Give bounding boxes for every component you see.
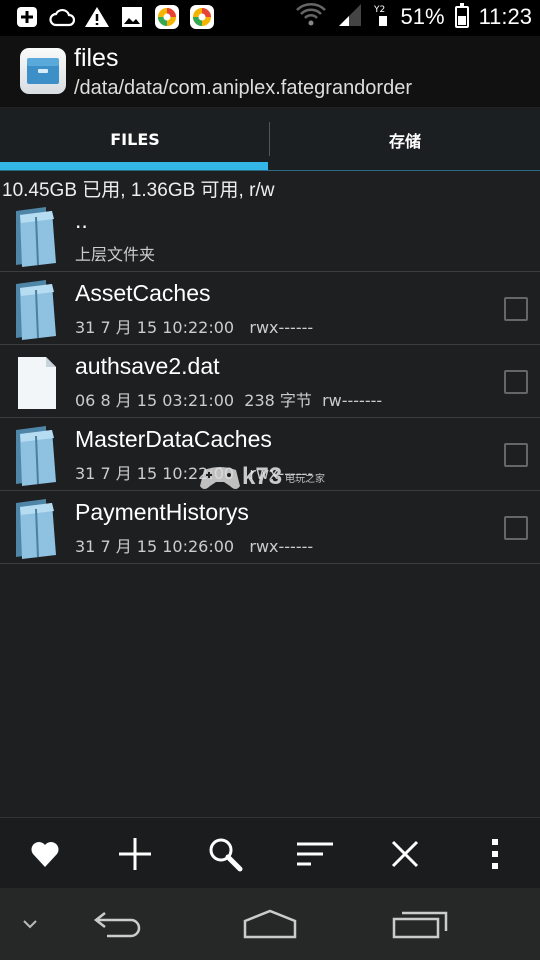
sort-icon[interactable] [285, 828, 345, 880]
folder-icon [12, 205, 60, 267]
select-checkbox[interactable] [504, 297, 528, 321]
file-name: .. [75, 207, 88, 233]
system-status: Y2 51% 11:23 [295, 2, 532, 32]
svg-text:Y2: Y2 [373, 5, 385, 15]
file-manager-icon[interactable] [20, 48, 66, 94]
system-navigation-bar [0, 888, 540, 960]
watermark-logo: k73 电玩之家 [198, 462, 325, 492]
bottom-toolbar [0, 817, 540, 888]
file-meta: 31 7 月 15 10:22:00 rwx------ [75, 318, 314, 337]
tab-indicator [0, 162, 268, 170]
folder-icon [12, 424, 60, 486]
home-icon[interactable] [230, 888, 310, 960]
folder-icon [12, 497, 60, 559]
search-icon[interactable] [195, 828, 255, 880]
cloud-icon [49, 4, 75, 30]
app-icon-1 [154, 4, 180, 30]
warning-icon [84, 4, 110, 30]
battery-percent: 51% [400, 4, 445, 29]
overflow-menu-icon[interactable] [465, 828, 525, 880]
gamepad-icon [200, 467, 240, 489]
document-icon [12, 351, 60, 413]
plus-box-icon [14, 4, 40, 30]
file-meta: 06 8 月 15 03:21:00 238 字节 rw------- [75, 391, 383, 410]
image-icon [119, 4, 145, 30]
file-row-authsave[interactable]: authsave2.dat 06 8 月 15 03:21:00 238 字节 … [0, 345, 540, 418]
file-name: AssetCaches [75, 280, 211, 306]
close-icon[interactable] [375, 828, 435, 880]
file-list-panel: 10.45GB 已用, 1.36GB 可用, r/w .. 上层文件夹 Asse… [0, 171, 540, 817]
file-meta: 31 7 月 15 10:26:00 rwx------ [75, 537, 314, 556]
file-row-assetcaches[interactable]: AssetCaches 31 7 月 15 10:22:00 rwx------ [0, 272, 540, 345]
signal-icon [337, 2, 363, 32]
file-row-parent[interactable]: .. 上层文件夹 [0, 199, 540, 272]
watermark-subtext: 电玩之家 [285, 473, 326, 485]
status-bar: Y2 51% 11:23 [0, 0, 540, 36]
action-bar: files /data/data/com.aniplex.fategrandor… [0, 36, 540, 108]
watermark-text: k73 [242, 463, 283, 490]
chevron-down-icon[interactable] [10, 888, 50, 960]
data-icon: Y2 [373, 2, 391, 32]
select-checkbox[interactable] [504, 443, 528, 467]
file-name: PaymentHistorys [75, 499, 249, 525]
tab-storage[interactable]: 存储 [270, 108, 540, 171]
select-checkbox[interactable] [504, 516, 528, 540]
clock: 11:23 [478, 4, 532, 29]
file-name: MasterDataCaches [75, 426, 272, 452]
battery-icon [454, 3, 469, 28]
folder-icon [12, 278, 60, 340]
disk-usage-info: 10.45GB 已用, 1.36GB 可用, r/w [2, 180, 275, 201]
current-path: /data/data/com.aniplex.fategrandorder [74, 77, 412, 99]
file-name: authsave2.dat [75, 353, 220, 379]
tab-bar: FILES 存储 [0, 108, 540, 171]
file-row-paymenthistorys[interactable]: PaymentHistorys 31 7 月 15 10:26:00 rwx--… [0, 491, 540, 564]
file-meta: 上层文件夹 [75, 245, 156, 264]
back-icon[interactable] [80, 888, 160, 960]
app-icon-2 [189, 4, 215, 30]
select-checkbox[interactable] [504, 370, 528, 394]
recent-apps-icon[interactable] [380, 888, 460, 960]
wifi-icon [295, 2, 327, 32]
page-title: files [74, 44, 119, 72]
add-plus-icon[interactable] [105, 828, 165, 880]
notification-icons [14, 4, 215, 30]
favorite-heart-icon[interactable] [15, 828, 75, 880]
